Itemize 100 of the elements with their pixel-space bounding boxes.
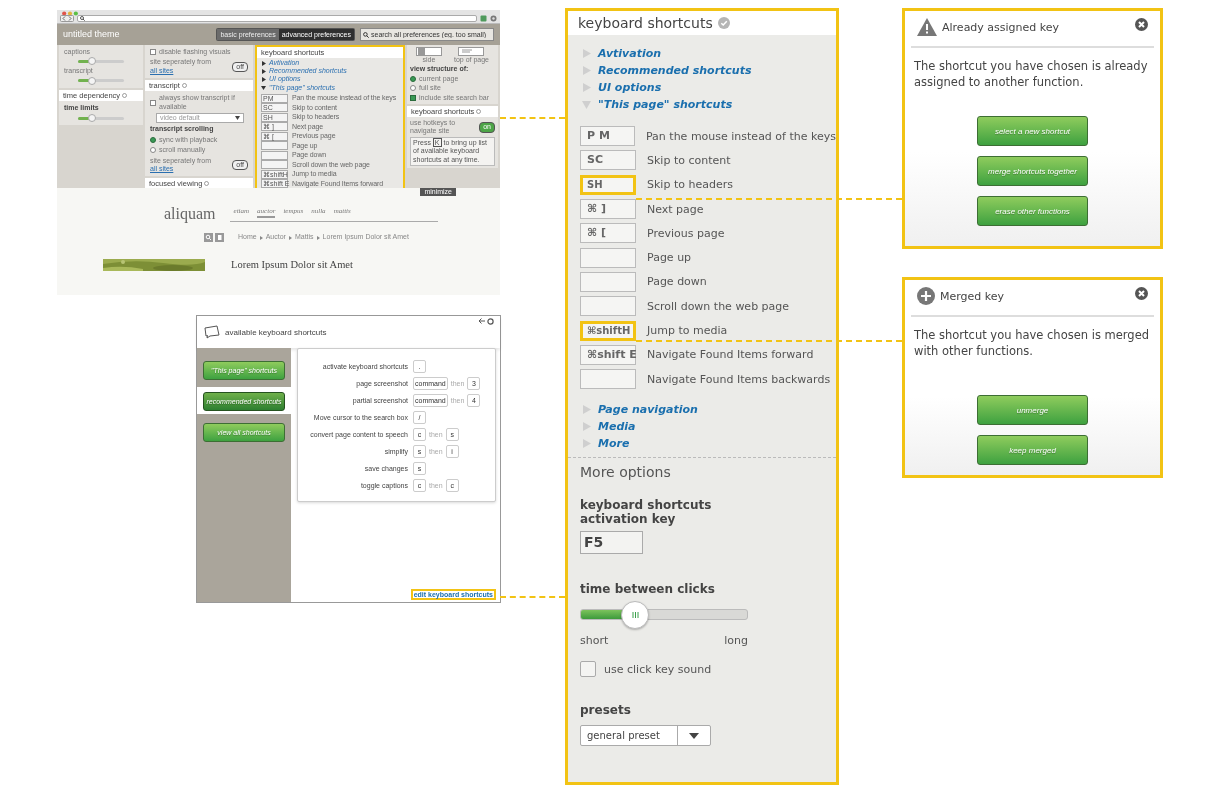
shortcut-label: Navigate Found Items backwards	[647, 372, 831, 386]
section-link[interactable]: Media	[598, 419, 636, 433]
slider-thumb[interactable]	[621, 601, 650, 630]
checkbox[interactable]	[150, 49, 156, 56]
window-controls-icon	[60, 11, 80, 16]
info-icon	[204, 181, 210, 187]
key-field[interactable]	[261, 141, 288, 151]
section-link[interactable]: Page navigation	[598, 402, 698, 416]
site-logo: aliquam	[164, 204, 216, 224]
key-field[interactable]	[580, 296, 636, 317]
key-field[interactable]: ⌘shift E	[580, 344, 636, 365]
key-field[interactable]: F5	[580, 531, 643, 555]
breadcrumb-arrow-icon	[288, 235, 292, 240]
alert-message: The shortcut you have chosen is merged with other functions.	[913, 327, 1150, 359]
shortcut-label: Previous page	[647, 226, 725, 240]
preset-dropdown[interactable]: general preset	[580, 725, 711, 747]
slider-max-label: long	[724, 634, 748, 648]
key-field[interactable]: ⌘ ]	[580, 199, 636, 220]
settings-icon[interactable]	[490, 15, 497, 22]
radio-button[interactable]	[410, 75, 416, 82]
shortcut-label: Page down	[647, 275, 707, 289]
field-label: time between clicks	[580, 582, 716, 597]
breadcrumb-arrow-icon	[259, 235, 263, 240]
section-link[interactable]: Avtivation	[598, 46, 662, 60]
radio-button[interactable]	[150, 136, 156, 143]
key-field[interactable]: ⌘shiftH	[580, 320, 636, 341]
checkmark-icon	[717, 17, 730, 29]
slider[interactable]	[78, 76, 124, 85]
section-link[interactable]: Recommended shortcuts	[598, 63, 752, 77]
info-icon	[181, 83, 187, 89]
checkbox[interactable]	[410, 94, 416, 101]
section-link[interactable]: UI options	[598, 80, 662, 94]
slider[interactable]	[580, 601, 748, 630]
shortcut-label: Navigate Found Items forward	[647, 348, 814, 362]
slider[interactable]	[78, 57, 124, 66]
key-field[interactable]	[580, 369, 636, 390]
alert-message: The shortcut you have chosen is already assigned to another function.	[913, 58, 1149, 90]
plus-icon	[917, 287, 935, 305]
section-link[interactable]: "This page" shortcuts	[598, 97, 733, 111]
checkbox[interactable]	[150, 99, 156, 106]
caret-icon	[235, 116, 240, 121]
shortcut-label: Next page	[647, 202, 704, 216]
shortcut-label: Scroll down the web page	[647, 299, 790, 313]
grip-icon	[631, 612, 639, 619]
address-bar[interactable]	[77, 15, 477, 22]
slider-thumb[interactable]	[87, 76, 96, 85]
extension-icon[interactable]	[480, 15, 487, 22]
warning-icon	[917, 18, 937, 36]
key-field[interactable]	[580, 247, 636, 268]
shortcut-label: Jump to media	[647, 324, 728, 337]
section-link[interactable]: More	[598, 436, 630, 450]
checkbox[interactable]	[580, 661, 596, 678]
panel-title: keyboard shortcuts	[578, 15, 713, 31]
action-button[interactable]: erase other functions	[977, 196, 1088, 226]
dialog-title: available keyboard shortcuts	[225, 327, 328, 337]
search-icon	[80, 16, 85, 21]
search-icon	[363, 31, 369, 38]
theme-title: untitled theme	[63, 29, 121, 40]
key-field[interactable]	[580, 271, 636, 292]
close-icon[interactable]	[1135, 18, 1148, 31]
field-label: keyboard shortcuts activation key	[580, 498, 713, 527]
section-heading: More options	[580, 464, 671, 481]
settings-icon[interactable]	[487, 318, 494, 325]
key-field[interactable]: SC	[580, 150, 636, 171]
alert-title: Merged key	[940, 289, 1006, 303]
info-icon	[476, 108, 482, 114]
caret-icon	[689, 732, 699, 739]
layout-preview-icon	[416, 47, 442, 56]
key-field[interactable]: ⌘ [	[580, 223, 636, 244]
key-field[interactable]	[261, 160, 288, 170]
slider-thumb[interactable]	[87, 114, 96, 123]
layout-preview-icon	[458, 47, 485, 56]
key-field[interactable]: SH	[580, 174, 636, 195]
alert-title: Already assigned key	[942, 20, 1061, 34]
radio-button[interactable]	[410, 85, 416, 92]
action-button[interactable]: unmerge	[977, 395, 1088, 425]
slider-thumb[interactable]	[87, 57, 96, 66]
key-field[interactable]	[261, 150, 288, 160]
close-icon[interactable]	[1135, 287, 1148, 300]
shortcut-label: Page up	[647, 251, 692, 265]
article-heading: Lorem Ipsum Dolor sit Amet	[231, 259, 353, 272]
action-button[interactable]: select a new shortcut	[977, 116, 1088, 146]
info-icon	[122, 92, 128, 98]
slider-min-label: short	[580, 634, 609, 648]
field-label: presets	[580, 703, 632, 718]
radio-button[interactable]	[150, 147, 156, 154]
shortcut-label: Pan the mouse instead of the keys	[646, 129, 836, 143]
shortcut-label: Skip to headers	[647, 178, 733, 192]
search-icon[interactable]	[204, 233, 213, 243]
slider[interactable]	[78, 114, 124, 123]
back-arrow-icon[interactable]	[478, 318, 485, 324]
shortcut-label: Skip to content	[647, 153, 731, 167]
action-button[interactable]: keep merged	[977, 435, 1088, 465]
action-button[interactable]: merge shortcuts together	[977, 156, 1088, 186]
document-icon[interactable]	[215, 233, 224, 243]
checkbox-label: use click key sound	[604, 662, 712, 676]
back-forward-icon[interactable]	[60, 15, 74, 22]
speech-bubble-icon	[203, 325, 221, 339]
breadcrumb-arrow-icon	[316, 235, 320, 240]
key-field[interactable]: P M	[580, 126, 635, 147]
